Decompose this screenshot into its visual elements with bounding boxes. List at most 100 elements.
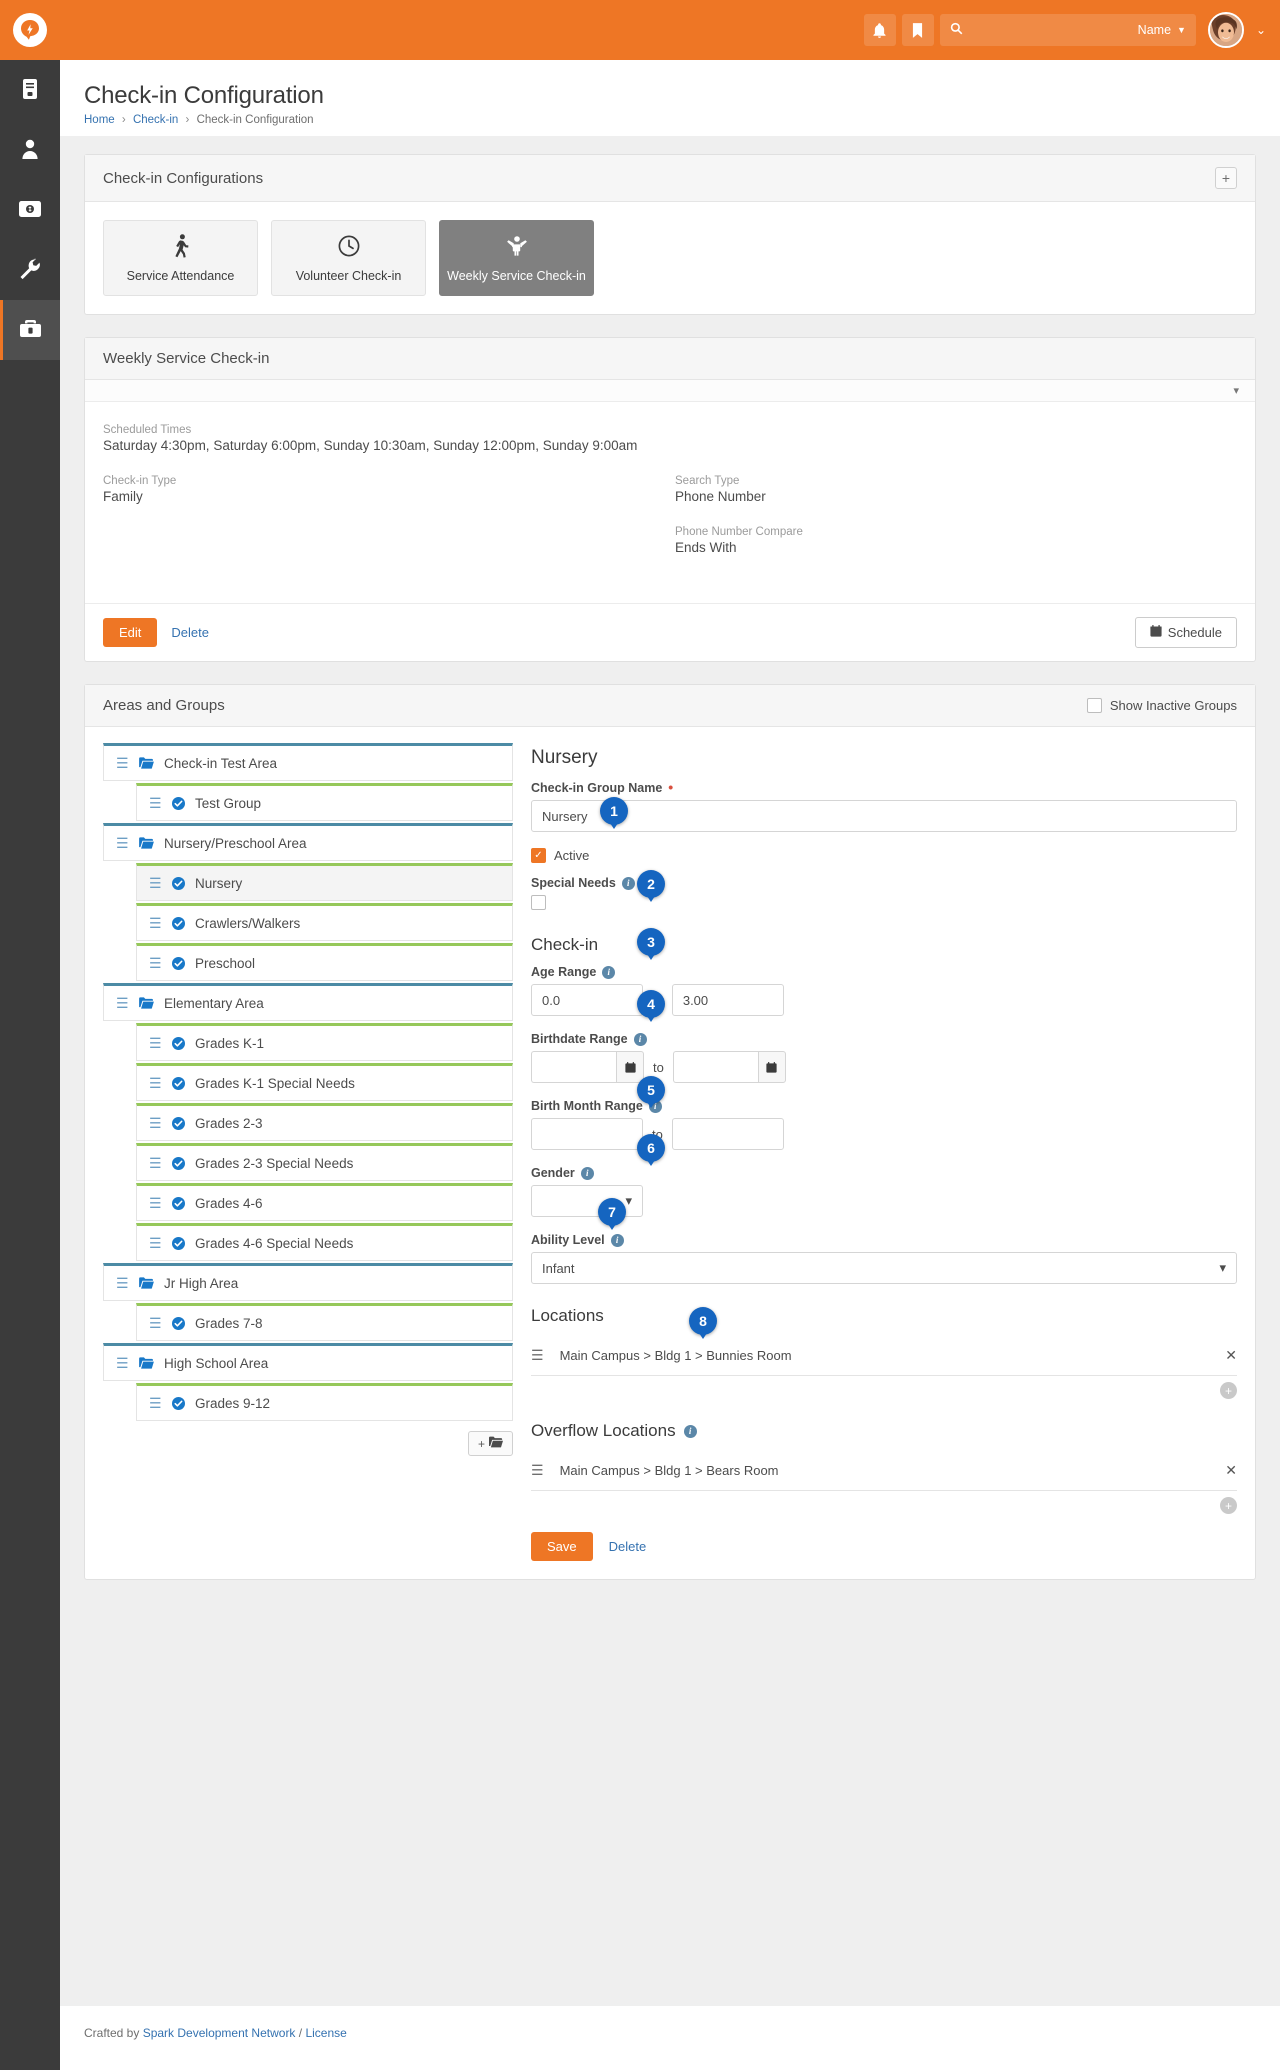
- drag-handle-icon[interactable]: ☰: [531, 1347, 544, 1364]
- tree-node-row[interactable]: ☰ Check-in Test Area: [103, 743, 513, 781]
- drag-handle-icon[interactable]: ☰: [116, 1356, 129, 1370]
- sidebar-item-finance[interactable]: [0, 180, 60, 240]
- delete-configuration-link[interactable]: Delete: [171, 625, 209, 640]
- add-configuration-button[interactable]: +: [1215, 167, 1237, 189]
- drag-handle-icon[interactable]: ☰: [149, 796, 162, 810]
- tree-group-node[interactable]: ☰ Grades K-1 Special Needs: [136, 1063, 513, 1101]
- avatar[interactable]: [1207, 12, 1244, 48]
- tree-node-row[interactable]: ☰ Grades 4-6 Special Needs: [136, 1223, 513, 1261]
- drag-handle-icon[interactable]: ☰: [149, 1396, 162, 1410]
- tree-group-node[interactable]: ☰ Test Group: [136, 783, 513, 821]
- tree-area-node[interactable]: ☰ Nursery/Preschool Area: [103, 823, 513, 861]
- drag-handle-icon[interactable]: ☰: [149, 1116, 162, 1130]
- tree-node-row[interactable]: ☰ Grades K-1: [136, 1023, 513, 1061]
- tree-node-row[interactable]: ☰ Grades K-1 Special Needs: [136, 1063, 513, 1101]
- tree-node-row[interactable]: ☰ Grades 2-3: [136, 1103, 513, 1141]
- bookmark-icon[interactable]: [901, 14, 934, 46]
- sidebar-item-cms[interactable]: [0, 60, 60, 120]
- tile-service-attendance[interactable]: Service Attendance: [103, 220, 258, 296]
- tree-node-row[interactable]: ☰ Grades 9-12: [136, 1383, 513, 1421]
- search-input[interactable]: Name ▼: [939, 14, 1196, 46]
- drag-handle-icon[interactable]: ☰: [149, 1156, 162, 1170]
- spark-link[interactable]: Spark Development Network: [143, 2026, 296, 2040]
- tree-area-node[interactable]: ☰ Check-in Test Area: [103, 743, 513, 781]
- tile-weekly-service-checkin[interactable]: Weekly Service Check-in: [439, 220, 594, 296]
- drag-handle-icon[interactable]: ☰: [116, 756, 129, 770]
- drag-handle-icon[interactable]: ☰: [149, 1196, 162, 1210]
- drag-handle-icon[interactable]: ☰: [116, 1276, 129, 1290]
- add-overflow-location-icon[interactable]: +: [1220, 1497, 1237, 1514]
- active-checkbox[interactable]: ✓: [531, 848, 546, 863]
- tree-area-node[interactable]: ☰ Elementary Area: [103, 983, 513, 1021]
- active-toggle[interactable]: ✓ Active: [531, 848, 1237, 863]
- tree-group-node[interactable]: ☰ Nursery: [136, 863, 513, 901]
- tree-node-row[interactable]: ☰ Jr High Area: [103, 1263, 513, 1301]
- breadcrumb-home[interactable]: Home: [84, 114, 115, 126]
- drag-handle-icon[interactable]: ☰: [149, 876, 162, 890]
- drag-handle-icon[interactable]: ☰: [149, 1316, 162, 1330]
- sidebar-item-admin[interactable]: [0, 300, 60, 360]
- drag-handle-icon[interactable]: ☰: [116, 836, 129, 850]
- calendar-icon[interactable]: [757, 1051, 786, 1083]
- remove-overflow-location-icon[interactable]: ✕: [1225, 1462, 1237, 1479]
- tree-group-node[interactable]: ☰ Grades 4-6: [136, 1183, 513, 1221]
- tree-node-row[interactable]: ☰ Crawlers/Walkers: [136, 903, 513, 941]
- info-icon[interactable]: i: [602, 965, 616, 979]
- drag-handle-icon[interactable]: ☰: [116, 996, 129, 1010]
- location-row[interactable]: ☰ Main Campus > Bldg 1 > Bunnies Room ✕: [531, 1336, 1237, 1376]
- birth-month-min-input[interactable]: [531, 1118, 643, 1150]
- drag-handle-icon[interactable]: ☰: [149, 1076, 162, 1090]
- info-icon[interactable]: i: [621, 876, 635, 890]
- breadcrumb-checkin[interactable]: Check-in: [133, 114, 178, 126]
- drag-handle-icon[interactable]: ☰: [149, 1036, 162, 1050]
- tree-group-node[interactable]: ☰ Grades K-1: [136, 1023, 513, 1061]
- birth-month-max-input[interactable]: [671, 1118, 784, 1150]
- bell-icon[interactable]: [863, 14, 896, 46]
- edit-button[interactable]: Edit: [103, 618, 158, 647]
- ability-level-select[interactable]: Infant ▾: [531, 1252, 1237, 1284]
- sidebar-item-tools[interactable]: [0, 240, 60, 300]
- tree-node-row[interactable]: ☰ Elementary Area: [103, 983, 513, 1021]
- info-icon[interactable]: i: [610, 1233, 624, 1247]
- drag-handle-icon[interactable]: ☰: [149, 916, 162, 930]
- tree-node-row[interactable]: ☰ Test Group: [136, 783, 513, 821]
- show-inactive-checkbox[interactable]: [1086, 698, 1102, 713]
- schedule-button[interactable]: Schedule: [1134, 617, 1237, 648]
- tree-group-node[interactable]: ☰ Preschool: [136, 943, 513, 981]
- overflow-location-row[interactable]: ☰ Main Campus > Bldg 1 > Bears Room ✕: [531, 1451, 1237, 1491]
- age-min-input[interactable]: [531, 984, 643, 1016]
- gender-select[interactable]: ▾: [531, 1185, 643, 1217]
- birthdate-max-input[interactable]: [672, 1051, 758, 1083]
- calendar-icon[interactable]: [616, 1051, 644, 1083]
- show-inactive-groups-toggle[interactable]: Show Inactive Groups: [1086, 698, 1237, 713]
- tree-area-node[interactable]: ☰ High School Area: [103, 1343, 513, 1381]
- tree-node-row[interactable]: ☰ Grades 2-3 Special Needs: [136, 1143, 513, 1181]
- add-location-icon[interactable]: +: [1220, 1382, 1237, 1399]
- tree-group-node[interactable]: ☰ Grades 9-12: [136, 1383, 513, 1421]
- tree-group-node[interactable]: ☰ Grades 4-6 Special Needs: [136, 1223, 513, 1261]
- brand-logo-wrap[interactable]: [0, 13, 60, 47]
- save-button[interactable]: Save: [531, 1532, 593, 1561]
- tree-node-row[interactable]: ☰ Nursery/Preschool Area: [103, 823, 513, 861]
- sidebar-item-people[interactable]: [0, 120, 60, 180]
- tree-node-row[interactable]: ☰ Nursery: [136, 863, 513, 901]
- rock-logo-icon[interactable]: [13, 13, 47, 47]
- birthdate-min-input[interactable]: [531, 1051, 616, 1083]
- tile-volunteer-checkin[interactable]: Volunteer Check-in: [271, 220, 426, 296]
- tree-node-row[interactable]: ☰ High School Area: [103, 1343, 513, 1381]
- tree-group-node[interactable]: ☰ Grades 7-8: [136, 1303, 513, 1341]
- license-link[interactable]: License: [305, 2026, 346, 2040]
- tree-node-row[interactable]: ☰ Grades 7-8: [136, 1303, 513, 1341]
- search-scope-label[interactable]: Name: [1138, 23, 1171, 37]
- tree-group-node[interactable]: ☰ Grades 2-3: [136, 1103, 513, 1141]
- delete-group-link[interactable]: Delete: [609, 1539, 647, 1554]
- tree-area-node[interactable]: ☰ Jr High Area: [103, 1263, 513, 1301]
- collapse-toggle[interactable]: ▾: [85, 380, 1255, 402]
- add-area-button[interactable]: +: [467, 1431, 513, 1456]
- info-icon[interactable]: i: [580, 1166, 594, 1180]
- info-icon[interactable]: i: [683, 1424, 697, 1438]
- tree-node-row[interactable]: ☰ Grades 4-6: [136, 1183, 513, 1221]
- group-name-input[interactable]: [531, 800, 1237, 832]
- user-menu-chevron-icon[interactable]: ⌄: [1256, 23, 1266, 37]
- remove-location-icon[interactable]: ✕: [1225, 1347, 1237, 1364]
